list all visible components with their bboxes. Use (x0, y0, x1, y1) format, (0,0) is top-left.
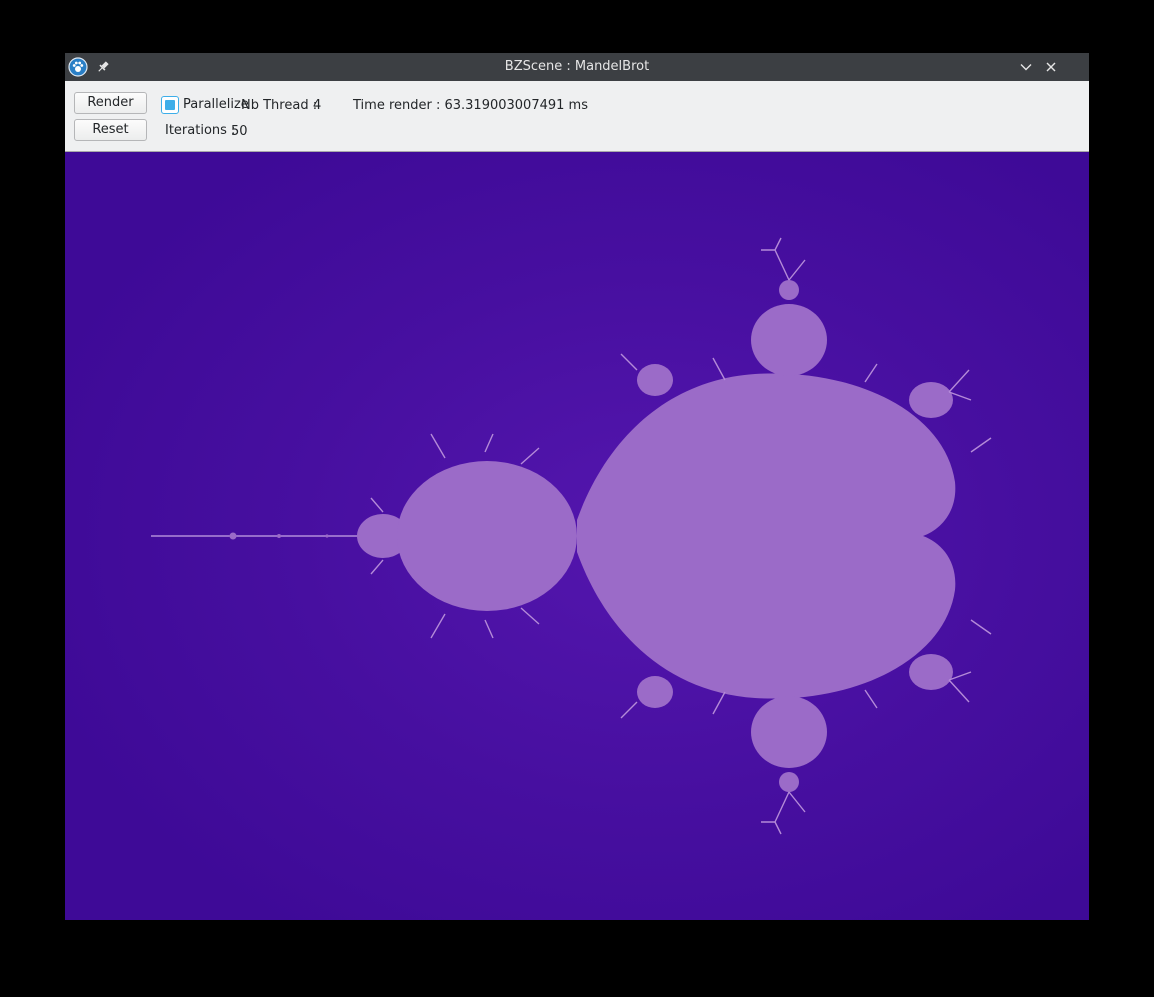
nb-thread-value: 4 (313, 98, 322, 113)
chevron-down-icon[interactable] (1016, 57, 1036, 77)
render-button[interactable]: Render (74, 92, 147, 114)
checkbox-check-mark (165, 100, 175, 110)
close-icon[interactable] (1041, 57, 1061, 77)
app-paw-icon[interactable] (68, 57, 88, 77)
window-title: BZScene : MandelBrot (504, 59, 650, 74)
iterations-label: Iterations : (165, 123, 236, 138)
parallelize-checkbox[interactable] (161, 96, 179, 114)
parallelize-label: Parallelize (183, 97, 249, 112)
reset-button[interactable]: Reset (74, 119, 147, 141)
time-render-readout: Time render : 63.319003007491 ms (353, 98, 588, 113)
nb-thread-label: Nb Thread : (241, 98, 318, 113)
app-window: BZScene : MandelBrot Render Reset Parall… (65, 53, 1089, 920)
mandelbrot-render (65, 152, 1089, 920)
title-bar[interactable]: BZScene : MandelBrot (65, 53, 1089, 81)
iterations-value[interactable]: 50 (231, 124, 248, 140)
fractal-canvas[interactable] (65, 152, 1089, 920)
pin-icon[interactable] (93, 57, 113, 77)
control-panel: Render Reset Parallelize Nb Thread : 4 T… (65, 81, 1089, 152)
